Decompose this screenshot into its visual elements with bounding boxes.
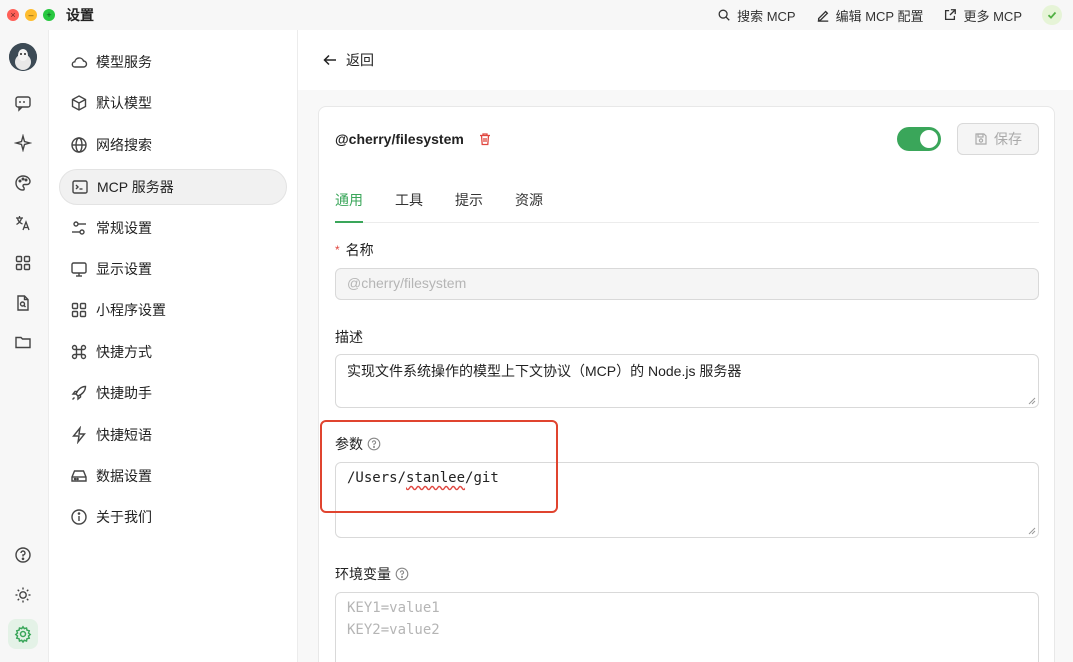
edit-icon (817, 10, 828, 22)
nav-label: 网络搜索 (96, 137, 152, 153)
back-button[interactable]: 返回 (298, 30, 1073, 90)
back-label: 返回 (346, 52, 374, 68)
external-link-icon (945, 9, 957, 21)
monitor-icon (71, 262, 87, 277)
settings-nav: 模型服务 默认模型 网络搜索 MCP 服务器 常规设置 显示设置 小程序设置 快… (48, 30, 298, 662)
help-circle-icon[interactable] (395, 567, 409, 581)
nav-item-quick-phrases[interactable]: 快捷短语 (59, 417, 287, 453)
env-placeholder-line2: KEY2=value2 (347, 622, 440, 638)
nav-label: 快捷助手 (96, 385, 152, 401)
nav-item-model-service[interactable]: 模型服务 (59, 44, 287, 80)
info-icon (71, 509, 87, 525)
save-button[interactable]: 保存 (957, 123, 1039, 155)
save-icon (975, 133, 987, 145)
rocket-icon (71, 385, 87, 401)
nav-label: 小程序设置 (96, 302, 166, 318)
apps-grid-icon[interactable] (12, 252, 34, 274)
resize-handle-icon[interactable] (1028, 397, 1036, 405)
hard-drive-icon (71, 470, 87, 482)
nav-item-display-settings[interactable]: 显示设置 (59, 251, 287, 287)
nav-label: 关于我们 (96, 509, 152, 525)
description-value: 实现文件系统操作的模型上下文协议（MCP）的 Node.js 服务器 (347, 363, 742, 379)
folder-icon[interactable] (12, 331, 34, 353)
description-label-text: 描述 (335, 329, 363, 345)
command-icon (71, 344, 87, 360)
nav-item-data-settings[interactable]: 数据设置 (59, 458, 287, 494)
grid-icon (71, 302, 87, 318)
more-mcp-button[interactable]: 更多 MCP (943, 6, 1022, 25)
sparkle-icon[interactable] (12, 132, 34, 154)
tab-general[interactable]: 通用 (335, 189, 363, 223)
avatar[interactable] (9, 43, 37, 71)
nav-label: 快捷短语 (96, 427, 152, 443)
settings-gear-icon[interactable] (8, 619, 38, 649)
status-check-icon[interactable] (1042, 5, 1062, 25)
more-mcp-label: 更多 MCP (963, 8, 1022, 24)
env-field[interactable]: KEY1=value1 KEY2=value2 (335, 592, 1039, 662)
server-card: @cherry/filesystem 保存 通用 工具 提示 资源 * 名称 @… (318, 106, 1055, 662)
env-label: 环境变量 (335, 564, 409, 584)
arrow-left-icon (323, 54, 336, 66)
window-controls: × – + (7, 9, 55, 21)
required-mark: * (335, 243, 340, 257)
annotation-highlight-box (320, 420, 558, 513)
save-label: 保存 (994, 131, 1022, 147)
cloud-icon (71, 57, 88, 68)
nav-item-quick-assistant[interactable]: 快捷助手 (59, 375, 287, 411)
nav-label: 模型服务 (96, 54, 152, 70)
nav-item-about-us[interactable]: 关于我们 (59, 499, 287, 535)
title-bar: × – + 设置 搜索 MCP 编辑 MCP 配置 更多 MCP (0, 0, 1073, 30)
main-panel: 返回 @cherry/filesystem 保存 通用 工具 提示 资源 * 名… (298, 30, 1073, 662)
file-search-icon[interactable] (12, 292, 34, 314)
nav-label: 数据设置 (96, 468, 152, 484)
env-placeholder-line1: KEY1=value1 (347, 600, 440, 616)
nav-label: MCP 服务器 (97, 179, 174, 195)
nav-item-mcp-servers[interactable]: MCP 服务器 (59, 169, 287, 205)
name-label: * 名称 (335, 240, 374, 260)
app-rail (0, 30, 48, 662)
nav-item-web-search[interactable]: 网络搜索 (59, 127, 287, 163)
search-icon (718, 9, 730, 21)
zoom-window-button[interactable]: + (43, 9, 55, 21)
window-title: 设置 (66, 7, 94, 23)
tab-resources[interactable]: 资源 (515, 189, 543, 223)
resize-handle-icon[interactable] (1028, 527, 1036, 535)
nav-label: 显示设置 (96, 261, 152, 277)
search-mcp-label: 搜索 MCP (737, 8, 796, 24)
tab-tools[interactable]: 工具 (395, 189, 423, 223)
terminal-icon (72, 180, 88, 194)
translate-icon[interactable] (12, 212, 34, 234)
nav-label: 常规设置 (96, 220, 152, 236)
palette-icon[interactable] (12, 172, 34, 194)
nav-item-general-settings[interactable]: 常规设置 (59, 210, 287, 246)
trash-icon[interactable] (478, 132, 492, 146)
nav-item-shortcuts[interactable]: 快捷方式 (59, 334, 287, 370)
description-label: 描述 (335, 327, 363, 347)
close-window-button[interactable]: × (7, 9, 19, 21)
help-icon[interactable] (12, 544, 34, 566)
theme-sun-icon[interactable] (12, 584, 34, 606)
nav-label: 默认模型 (96, 95, 152, 111)
server-name: @cherry/filesystem (335, 131, 464, 147)
nav-label: 快捷方式 (96, 344, 152, 360)
name-label-text: 名称 (345, 242, 374, 258)
minimize-window-button[interactable]: – (25, 9, 37, 21)
cube-icon (71, 95, 87, 111)
edit-mcp-config-label: 编辑 MCP 配置 (835, 8, 924, 24)
chat-icon[interactable] (12, 92, 34, 114)
nav-item-default-model[interactable]: 默认模型 (59, 85, 287, 121)
name-field[interactable]: @cherry/filesystem (335, 268, 1039, 300)
description-field[interactable]: 实现文件系统操作的模型上下文协议（MCP）的 Node.js 服务器 (335, 354, 1039, 408)
nav-item-mini-app-settings[interactable]: 小程序设置 (59, 292, 287, 328)
tab-prompts[interactable]: 提示 (455, 189, 483, 223)
enable-toggle[interactable] (897, 127, 941, 151)
zap-icon (72, 426, 86, 444)
globe-icon (71, 137, 87, 153)
env-label-text: 环境变量 (335, 566, 391, 582)
edit-mcp-config-button[interactable]: 编辑 MCP 配置 (816, 6, 924, 25)
sliders-icon (72, 221, 86, 235)
tab-bar: 通用 工具 提示 资源 (335, 189, 1039, 223)
search-mcp-button[interactable]: 搜索 MCP (717, 6, 796, 25)
